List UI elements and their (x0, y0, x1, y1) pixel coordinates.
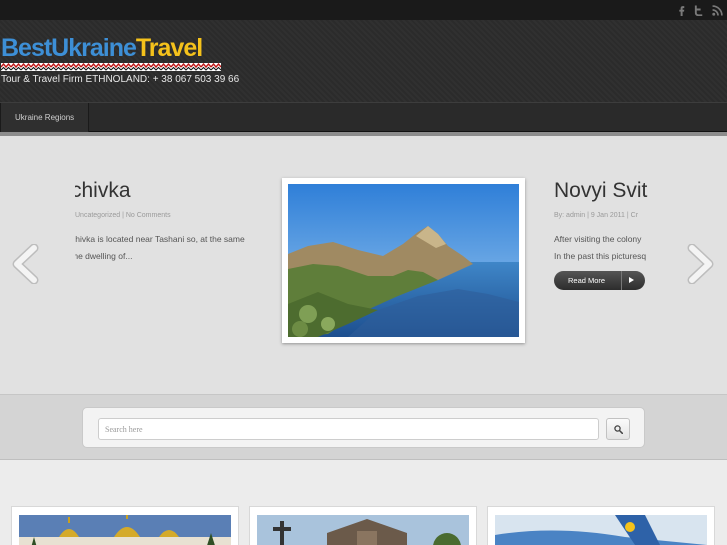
slide-post-meta: Uncategorized | No Comments (75, 212, 171, 219)
read-more-label: Read More (568, 276, 606, 285)
slide-post-meta: By: admin | 9 Jan 2011 | Cr (554, 212, 639, 219)
search-icon (614, 425, 623, 434)
logo-text-part2: Travel (135, 34, 203, 62)
rss-icon[interactable] (711, 3, 723, 17)
church-cross-photo (257, 515, 469, 545)
slider-next-arrow-icon[interactable] (682, 243, 716, 285)
search-band (0, 394, 727, 460)
slide-post-title[interactable]: chivka (75, 178, 270, 204)
slide-post-title[interactable]: Novyi Svit (554, 178, 652, 204)
embroidery-ornament-icon (1, 63, 221, 71)
site-tagline: Tour & Travel Firm ETHNOLAND: + 38 067 5… (1, 74, 240, 85)
site-header: BestUkraineTravel Tour & Travel Firm ETH… (0, 20, 727, 102)
excerpt-line: the dwelling of... (75, 251, 133, 261)
button-separator (621, 271, 622, 290)
facebook-icon[interactable] (675, 3, 687, 17)
twitter-icon[interactable] (693, 3, 705, 17)
slide-post-excerpt: After visiting the colony In the past th… (554, 231, 652, 265)
post-card[interactable] (11, 506, 239, 545)
main-nav: Ukraine Regions (0, 102, 727, 132)
excerpt-line: chivka is located near Tashani so, at th… (75, 234, 245, 244)
excerpt-line: In the past this picturesq (554, 251, 647, 261)
post-card[interactable] (487, 506, 715, 545)
nav-item-ukraine-regions[interactable]: Ukraine Regions (0, 103, 90, 132)
slide-post-excerpt: chivka is located near Tashani so, at th… (75, 231, 270, 265)
social-links (675, 3, 723, 17)
coastal-cliff-photo (288, 184, 519, 337)
top-strip (0, 0, 727, 20)
search-input[interactable] (98, 418, 599, 440)
airplane-tail-photo (495, 515, 707, 545)
search-button[interactable] (606, 418, 630, 440)
logo-text-part1: BestUkraine (1, 34, 137, 62)
slide-post-next: Novyi Svit By: admin | 9 Jan 2011 | Cr A… (554, 178, 652, 265)
slide-post-previous: chivka Uncategorized | No Comments chivk… (75, 178, 270, 265)
site-logo[interactable]: BestUkraineTravel (1, 34, 221, 71)
slide-featured-photo[interactable] (282, 178, 525, 343)
play-arrow-icon (629, 277, 634, 283)
excerpt-line: After visiting the colony (554, 234, 642, 244)
monastery-domes-photo (19, 515, 231, 545)
content-area (0, 461, 727, 545)
search-form (82, 407, 645, 448)
slider-prev-arrow-icon[interactable] (10, 243, 44, 285)
read-more-button[interactable]: Read More (554, 271, 645, 290)
post-card[interactable] (249, 506, 477, 545)
